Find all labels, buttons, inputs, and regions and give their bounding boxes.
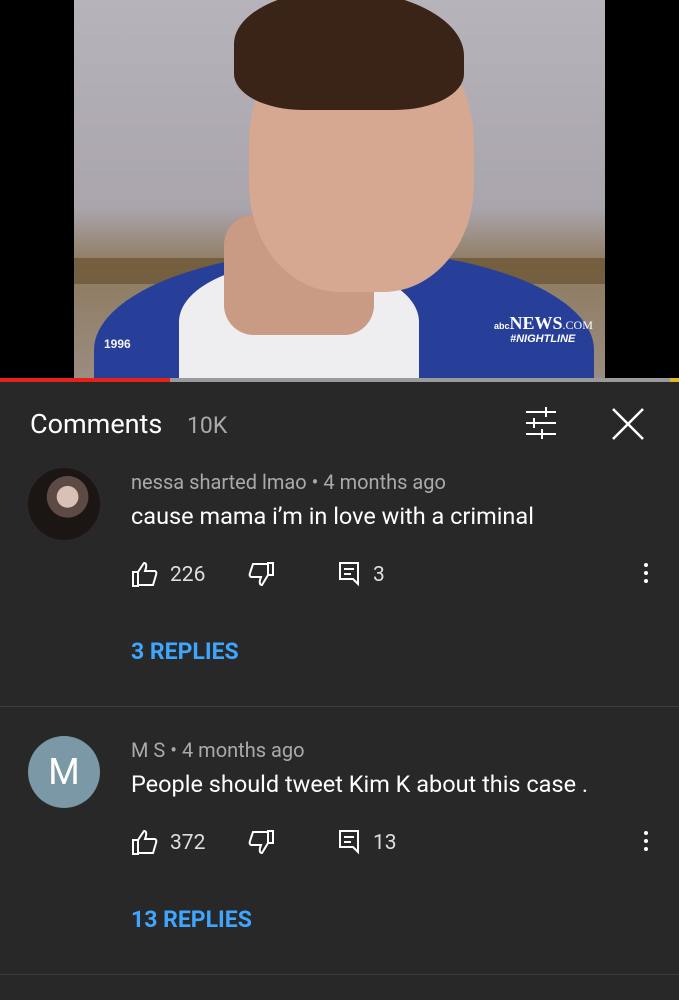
view-replies-button[interactable]: 3 REPLIES <box>131 638 239 665</box>
video-player[interactable]: 1996 abcNEWS.COM #NIGHTLINE <box>0 0 679 378</box>
network-logo-name: NEWS <box>509 313 563 333</box>
comment-meta: nessa sharted lmao • 4 months ago <box>131 470 446 494</box>
year-overlay: 1996 <box>104 337 131 351</box>
reply-icon[interactable] <box>337 560 363 588</box>
comment-item: nessa sharted lmao • 4 months ago cause … <box>0 468 679 706</box>
thumbs-up-icon[interactable] <box>131 560 159 588</box>
divider <box>0 974 679 975</box>
thumbs-down-icon[interactable] <box>247 560 275 588</box>
comment-text: People should tweet Kim K about this cas… <box>131 770 589 798</box>
comment-item: M M S • 4 months ago People should tweet… <box>0 736 679 974</box>
comment-meta: M S • 4 months ago <box>131 738 305 762</box>
close-icon <box>612 408 644 440</box>
comment-author[interactable]: M S <box>131 738 165 762</box>
reply-count: 3 <box>373 563 385 587</box>
close-comments-button[interactable] <box>608 404 648 444</box>
avatar[interactable] <box>28 468 100 540</box>
comment-time: 4 months ago <box>323 470 446 494</box>
meta-separator: • <box>306 470 324 494</box>
sort-filter-button[interactable] <box>520 406 562 442</box>
person-hair <box>234 0 464 110</box>
network-logo-suffix: .COM <box>562 318 593 332</box>
thumbs-down-icon[interactable] <box>247 828 275 856</box>
like-count: 372 <box>170 831 206 855</box>
avatar[interactable]: M <box>28 736 100 808</box>
comment-text: cause mama i’m in love with a criminal <box>131 502 534 530</box>
reply-icon[interactable] <box>337 828 363 856</box>
thumbs-up-icon[interactable] <box>131 828 159 856</box>
reply-count: 13 <box>373 831 397 855</box>
like-count: 226 <box>170 563 206 587</box>
more-options-button[interactable] <box>638 560 654 590</box>
meta-separator: • <box>165 738 182 762</box>
sliders-icon <box>526 407 556 439</box>
comment-actions: 372 13 <box>131 828 679 858</box>
comments-count: 10K <box>187 412 228 439</box>
network-logo: abcNEWS.COM #NIGHTLINE <box>494 314 593 345</box>
divider <box>0 706 679 707</box>
comments-header: Comments 10K <box>0 382 679 468</box>
comment-actions: 226 3 <box>131 560 679 590</box>
more-options-button[interactable] <box>638 828 654 858</box>
comment-time: 4 months ago <box>181 738 305 762</box>
network-logo-prefix: abc <box>494 321 510 331</box>
show-tag: #NIGHTLINE <box>510 333 576 345</box>
view-replies-button[interactable]: 13 REPLIES <box>131 906 252 933</box>
comments-title: Comments <box>30 408 163 440</box>
comment-author[interactable]: nessa sharted lmao <box>131 470 307 494</box>
